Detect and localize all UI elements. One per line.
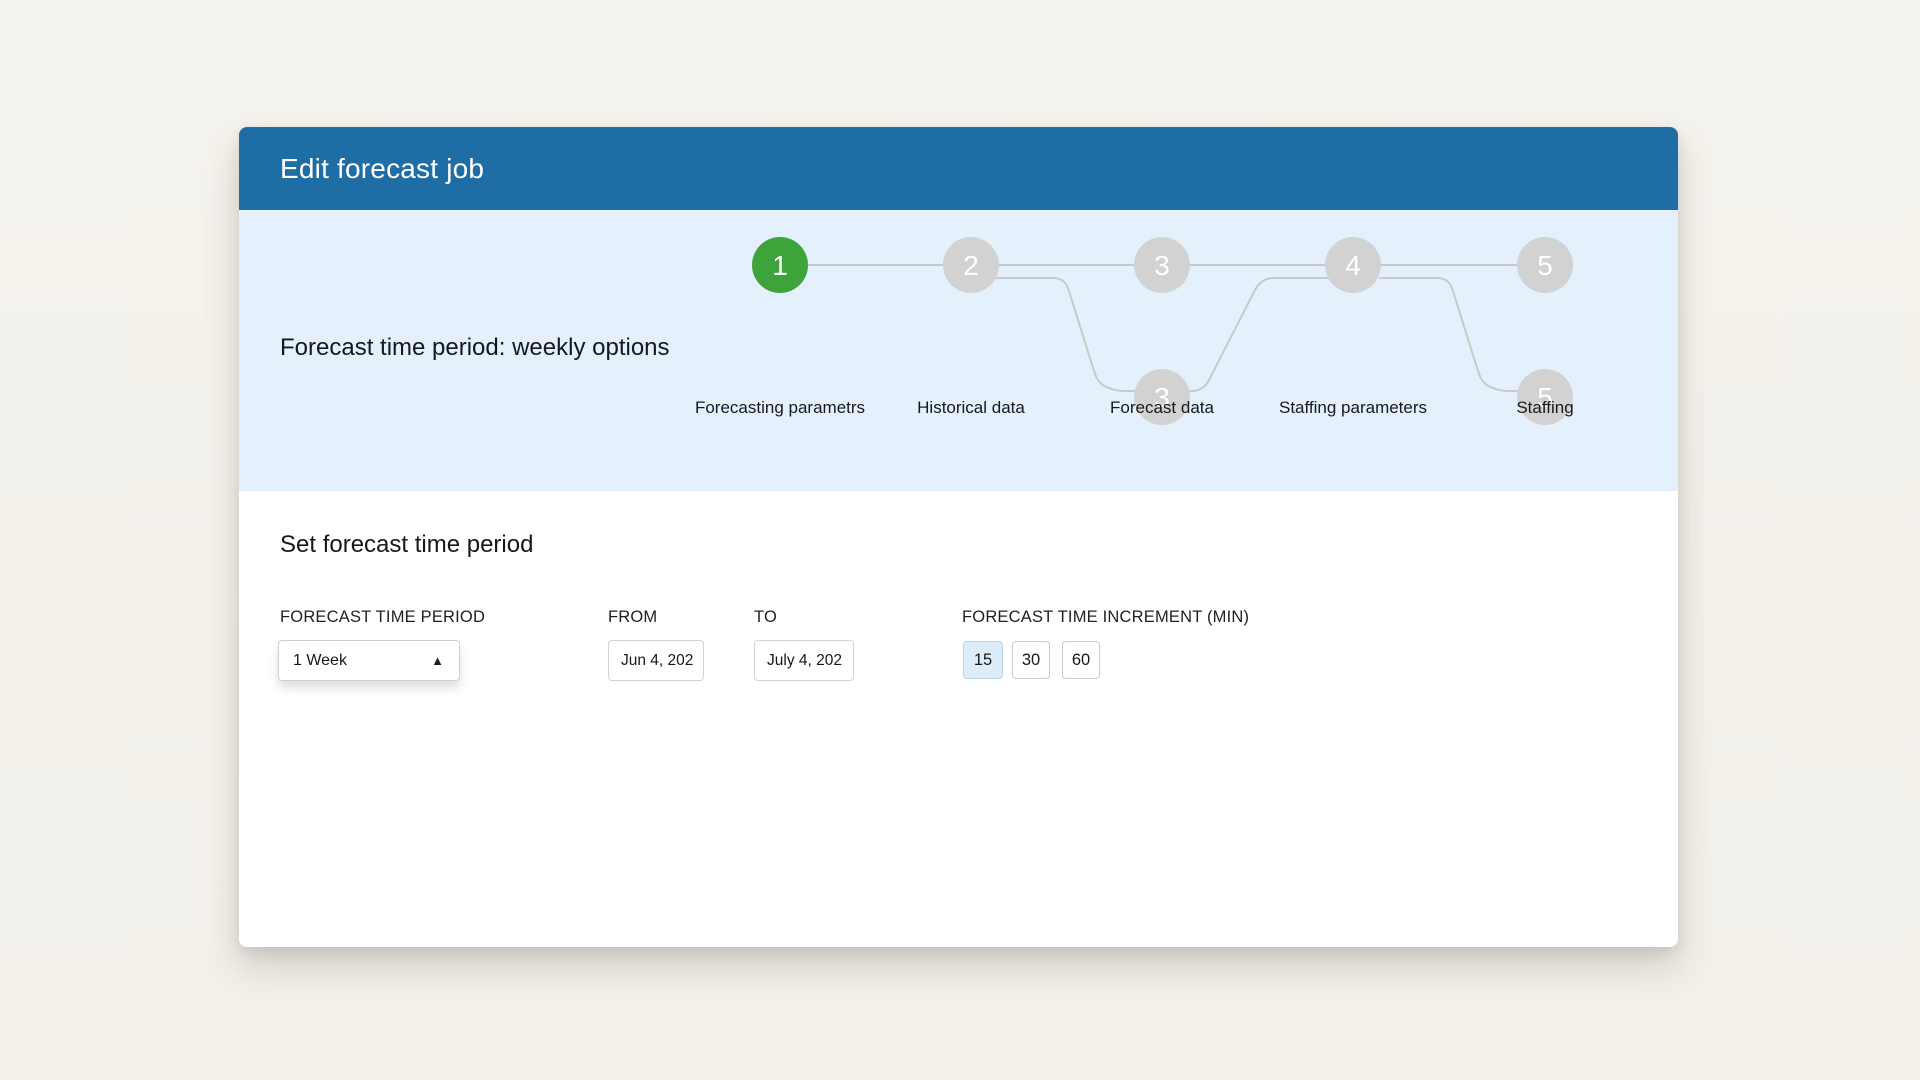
dialog-header: Edit forecast job	[239, 127, 1678, 210]
stepper-branch-down-1	[993, 278, 1139, 391]
svg-text:1: 1	[772, 250, 788, 281]
from-date-input[interactable]	[608, 640, 704, 681]
from-label: FROM	[608, 608, 657, 627]
stepper-graph: 1 2 3 4 5 3	[239, 210, 1678, 491]
step-circle-2[interactable]: 2	[943, 237, 999, 293]
increment-30-button[interactable]: 30	[1012, 641, 1050, 679]
dialog-title: Edit forecast job	[280, 153, 484, 185]
step-label-staffing-parameters: Staffing parameters	[1279, 398, 1427, 418]
svg-text:4: 4	[1345, 250, 1361, 281]
edit-forecast-job-dialog: Edit forecast job Forecast time period: …	[239, 127, 1678, 947]
forecast-time-period-value: 1 Week	[293, 652, 347, 670]
stepper-branch-up-1	[1185, 278, 1329, 391]
step-label-historical-data: Historical data	[917, 398, 1025, 418]
svg-text:3: 3	[1154, 250, 1170, 281]
increment-15-button[interactable]: 15	[963, 641, 1003, 679]
form-heading: Set forecast time period	[280, 531, 533, 559]
svg-text:2: 2	[963, 250, 979, 281]
stepper-branch-down-2	[1379, 278, 1523, 391]
to-date-input[interactable]	[754, 640, 854, 681]
step-label-forecasting-parameters: Forecasting parametrs	[695, 398, 865, 418]
step-circle-4[interactable]: 4	[1325, 237, 1381, 293]
step-label-staffing: Staffing	[1516, 398, 1573, 418]
step-circle-3[interactable]: 3	[1134, 237, 1190, 293]
step-circle-1[interactable]: 1	[752, 237, 808, 293]
increment-60-button[interactable]: 60	[1062, 641, 1100, 679]
chevron-up-icon: ▲	[431, 654, 444, 667]
stepper-section: Forecast time period: weekly options 1 2…	[239, 210, 1678, 491]
set-forecast-time-period-section: Set forecast time period FORECAST TIME P…	[239, 491, 1678, 947]
step-circle-5[interactable]: 5	[1517, 237, 1573, 293]
svg-text:5: 5	[1537, 250, 1553, 281]
forecast-time-period-label: FORECAST TIME PERIOD	[280, 608, 485, 627]
forecast-time-increment-label: FORECAST TIME INCREMENT (MIN)	[962, 608, 1249, 627]
to-label: TO	[754, 608, 777, 627]
forecast-time-period-select[interactable]: 1 Week ▲	[278, 640, 460, 681]
step-label-forecast-data: Forecast data	[1110, 398, 1214, 418]
